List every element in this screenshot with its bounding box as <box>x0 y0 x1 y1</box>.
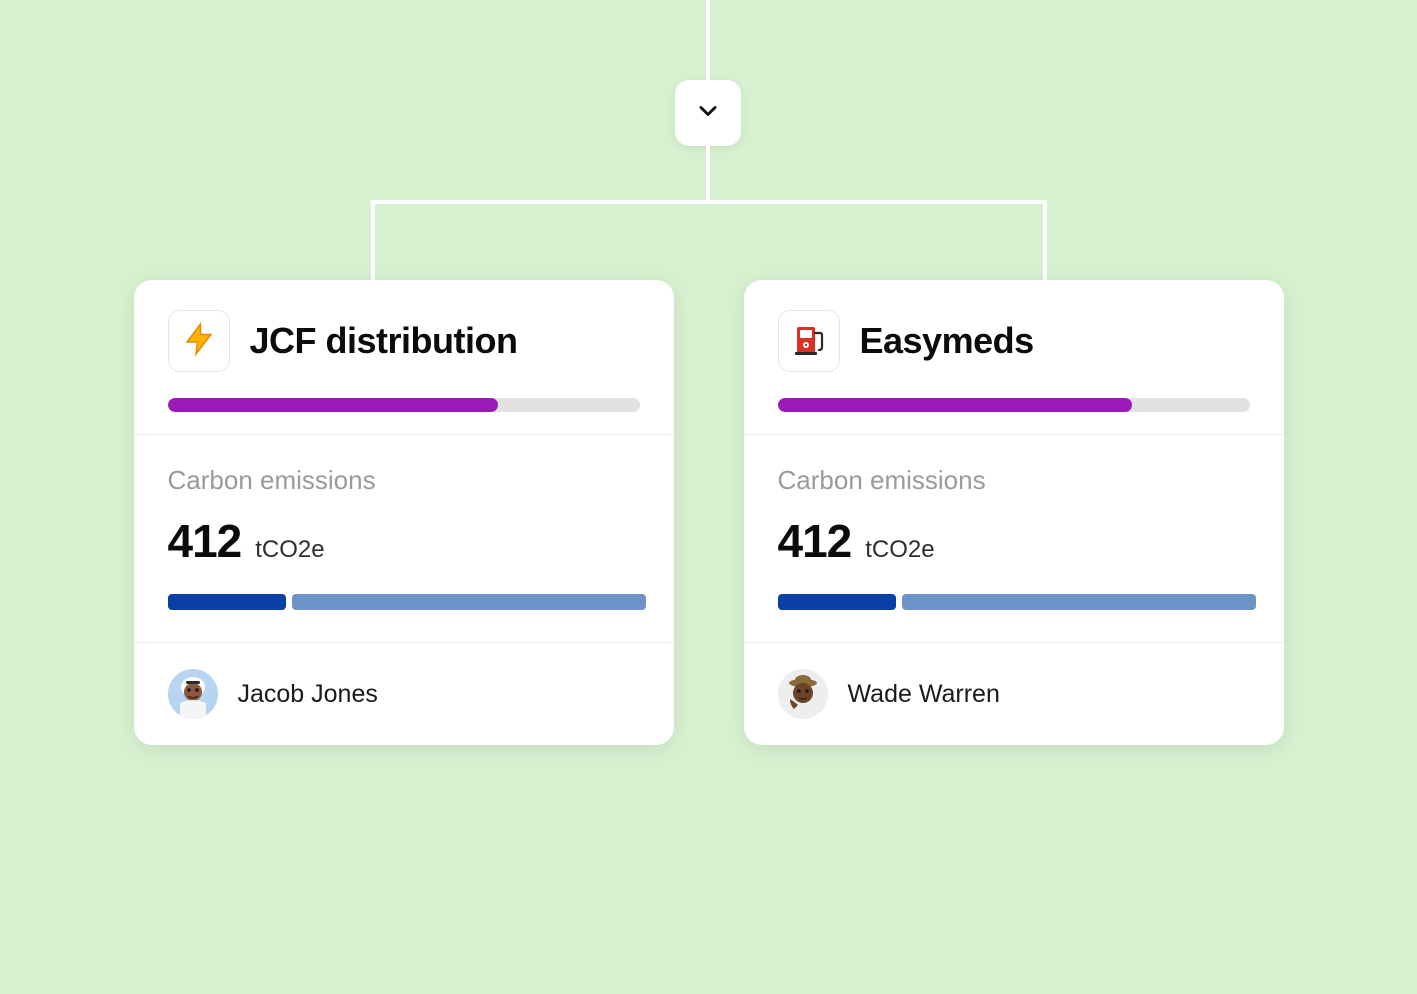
card-body: Carbon emissions 412 tCO2e <box>134 434 674 642</box>
lightning-icon <box>181 321 217 362</box>
connector-line-mid <box>706 146 710 202</box>
connector-line-horizontal <box>373 200 1045 204</box>
metric-value: 412 <box>168 514 242 568</box>
card-footer: Wade Warren <box>744 642 1284 745</box>
connector-line-top <box>706 0 710 80</box>
metric-row: 412 tCO2e <box>168 514 640 568</box>
org-icon-tile <box>168 310 230 372</box>
card-header: Easymeds <box>744 280 1284 434</box>
metric-label: Carbon emissions <box>778 465 1250 496</box>
metric-value: 412 <box>778 514 852 568</box>
metric-unit: tCO2e <box>865 536 934 564</box>
chevron-down-icon <box>694 97 722 130</box>
card-body: Carbon emissions 412 tCO2e <box>744 434 1284 642</box>
owner-name: Jacob Jones <box>238 680 378 709</box>
metric-unit: tCO2e <box>255 536 324 564</box>
segment-light <box>292 594 646 610</box>
org-card-easymeds[interactable]: Easymeds Carbon emissions 412 tCO2e <box>744 280 1284 745</box>
expand-node-button[interactable] <box>675 80 741 146</box>
owner-name: Wade Warren <box>848 680 1000 709</box>
progress-bar-purple <box>168 398 640 412</box>
fuel-pump-icon <box>791 321 827 362</box>
segment-dark <box>778 594 896 610</box>
card-header: JCF distribution <box>134 280 674 434</box>
owner-avatar <box>778 669 828 719</box>
connector-line-drop-right <box>1043 200 1047 280</box>
segment-dark <box>168 594 286 610</box>
progress-fill <box>778 398 1132 412</box>
owner-avatar <box>168 669 218 719</box>
org-title: Easymeds <box>860 320 1034 362</box>
org-title: JCF distribution <box>250 320 518 362</box>
card-footer: Jacob Jones <box>134 642 674 745</box>
org-card-jcf-distribution[interactable]: JCF distribution Carbon emissions 412 tC… <box>134 280 674 745</box>
metric-label: Carbon emissions <box>168 465 640 496</box>
segmented-bar <box>168 594 640 610</box>
org-icon-tile <box>778 310 840 372</box>
progress-bar-purple <box>778 398 1250 412</box>
progress-fill <box>168 398 498 412</box>
connector-line-drop-left <box>371 200 375 280</box>
segmented-bar <box>778 594 1250 610</box>
metric-row: 412 tCO2e <box>778 514 1250 568</box>
segment-light <box>902 594 1256 610</box>
cards-row: JCF distribution Carbon emissions 412 tC… <box>0 280 1417 745</box>
